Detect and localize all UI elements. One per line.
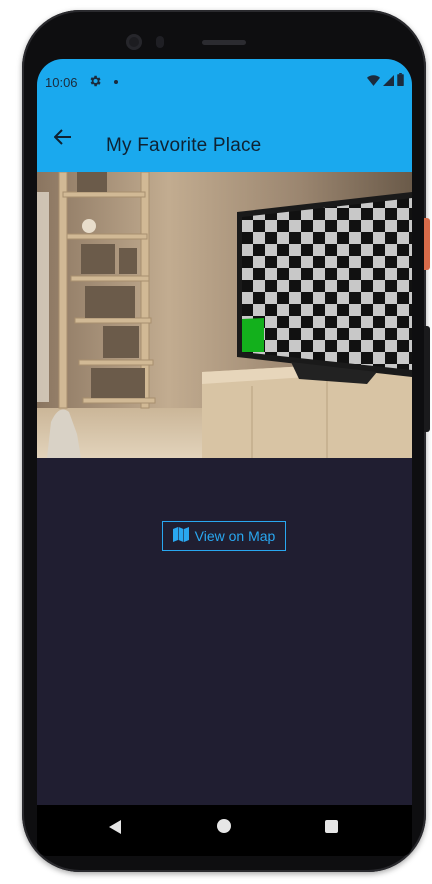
square-recents-icon[interactable] xyxy=(325,820,338,833)
sensor-icon xyxy=(156,36,164,48)
status-bar: 10:06 xyxy=(37,59,412,105)
wifi-icon xyxy=(367,73,380,91)
volume-button xyxy=(424,218,430,270)
content-area: View on Map xyxy=(37,458,412,805)
front-camera-icon xyxy=(126,34,142,50)
arrow-left-icon xyxy=(53,128,72,150)
triangle-back-icon[interactable] xyxy=(109,820,121,834)
signal-icon xyxy=(383,73,394,91)
back-button[interactable] xyxy=(49,127,77,151)
system-nav-bar xyxy=(37,805,412,846)
earpiece-speaker xyxy=(202,40,246,45)
power-button xyxy=(424,326,430,432)
page-title: My Favorite Place xyxy=(106,135,262,156)
view-on-map-label: View on Map xyxy=(194,528,276,544)
map-icon xyxy=(172,527,189,545)
app-bar: My Favorite Place xyxy=(37,105,412,172)
circle-home-icon[interactable] xyxy=(217,819,231,833)
phone-chin xyxy=(37,846,412,856)
view-on-map-button[interactable]: View on Map xyxy=(162,521,286,551)
battery-icon xyxy=(397,73,404,91)
screen: 10:06 My Favorite Place View on Map xyxy=(37,59,412,846)
place-image xyxy=(37,172,412,458)
status-time: 10:06 xyxy=(45,75,78,90)
status-icons xyxy=(367,73,404,91)
dot-icon xyxy=(114,80,118,84)
gear-icon xyxy=(88,74,102,90)
